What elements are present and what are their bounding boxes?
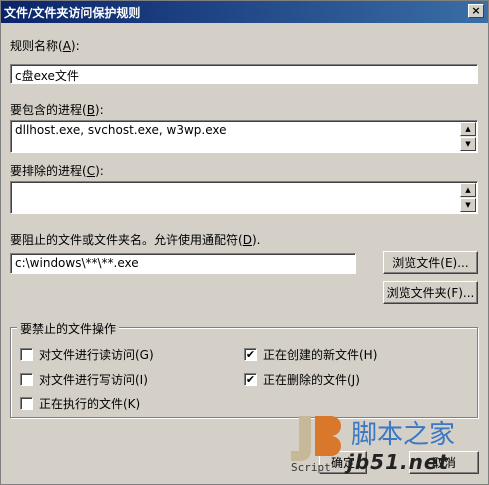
rule-dialog: 文件/文件夹访问保护规则 × 规则名称(A): c盘exe文件 要包含的进程(B… (0, 0, 489, 485)
write-access-label: 对文件进行写访问(I) (39, 373, 148, 387)
write-access-option[interactable]: 对文件进行写访问(I) (20, 371, 148, 388)
title-bar: 文件/文件夹访问保护规则 × (1, 1, 488, 23)
include-scrollbar[interactable]: ▲ ▼ (460, 122, 476, 151)
executing-files-option[interactable]: 正在执行的文件(K) (20, 395, 140, 412)
executing-files-checkbox[interactable] (20, 397, 33, 410)
new-files-label: 正在创建的新文件(H) (263, 348, 378, 362)
watermark: 脚本之家 jb51.net Script (271, 406, 486, 484)
block-files-input[interactable]: c:\windows\**\**.exe (10, 253, 356, 274)
operations-group-title: 要禁止的文件操作 (17, 320, 120, 337)
browse-file-button[interactable]: 浏览文件(E)... (383, 251, 478, 274)
include-processes-input[interactable]: dllhost.exe, svchost.exe, w3wp.exe ▲ ▼ (10, 120, 478, 153)
close-icon[interactable]: × (468, 4, 484, 18)
rule-name-input[interactable]: c盘exe文件 (10, 64, 478, 84)
read-access-checkbox[interactable] (20, 348, 33, 361)
window-title: 文件/文件夹访问保护规则 (4, 5, 141, 20)
scroll-up-icon[interactable]: ▲ (460, 122, 476, 136)
read-access-option[interactable]: 对文件进行读访问(G) (20, 346, 154, 363)
block-files-label: 要阻止的文件或文件夹名。允许使用通配符(D). (10, 233, 261, 247)
browse-folder-button[interactable]: 浏览文件夹(F)... (383, 281, 478, 304)
deleted-files-label: 正在删除的文件(J) (263, 373, 360, 387)
write-access-checkbox[interactable] (20, 373, 33, 386)
rule-name-label: 规则名称(A): (10, 39, 80, 53)
exclude-processes-input[interactable]: ▲ ▼ (10, 181, 478, 214)
exclude-scrollbar[interactable]: ▲ ▼ (460, 183, 476, 212)
read-access-label: 对文件进行读访问(G) (39, 348, 154, 362)
watermark-site: 脚本之家 (351, 420, 456, 450)
deleted-files-checkbox[interactable]: ✔ (244, 373, 257, 386)
scroll-down-icon[interactable]: ▼ (460, 198, 476, 212)
watermark-url: jb51.net (347, 450, 449, 474)
executing-files-label: 正在执行的文件(K) (39, 397, 141, 411)
exclude-processes-label: 要排除的进程(C): (10, 164, 104, 178)
new-files-checkbox[interactable]: ✔ (244, 348, 257, 361)
deleted-files-option[interactable]: ✔ 正在删除的文件(J) (244, 371, 360, 388)
scroll-down-icon[interactable]: ▼ (460, 137, 476, 151)
scroll-up-icon[interactable]: ▲ (460, 183, 476, 197)
new-files-option[interactable]: ✔ 正在创建的新文件(H) (244, 346, 377, 363)
watermark-script: Script (291, 461, 331, 474)
include-processes-label: 要包含的进程(B): (10, 103, 104, 117)
include-processes-value: dllhost.exe, svchost.exe, w3wp.exe (15, 123, 227, 137)
